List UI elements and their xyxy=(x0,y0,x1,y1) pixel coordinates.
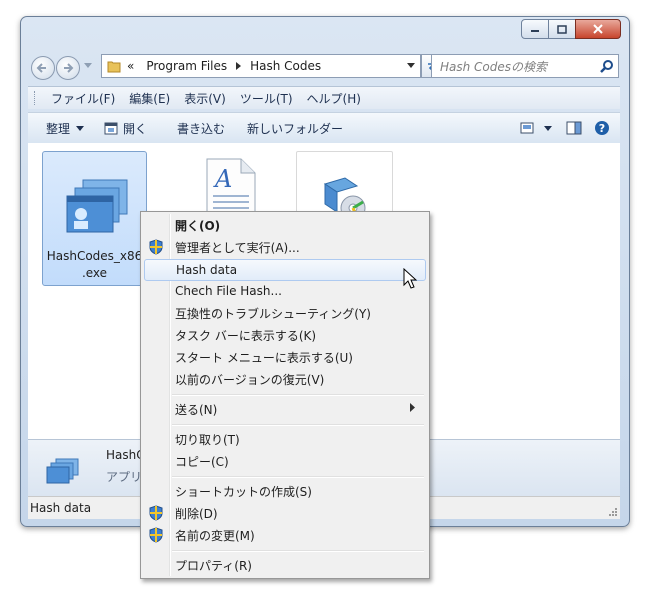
context-menu: 開く(O) 管理者として実行(A)... Hash data Chech Fil… xyxy=(140,211,430,579)
ctx-item-label: Hash data xyxy=(176,263,238,277)
view-options-button[interactable] xyxy=(514,122,558,134)
close-icon xyxy=(593,24,603,34)
file-name-line1: HashCodes_x86 xyxy=(46,249,143,263)
breadcrumb-program-files[interactable]: Program Files xyxy=(146,59,227,73)
recent-pages-dropdown-icon[interactable] xyxy=(84,63,92,69)
ctx-separator xyxy=(172,550,424,552)
open-label: 開く xyxy=(123,121,148,136)
forward-arrow-icon xyxy=(64,63,74,73)
help-icon: ? xyxy=(595,121,609,135)
command-bar: 整理 開く 書き込む 新しいフォルダー ? xyxy=(28,112,620,144)
ctx-item-send-to[interactable]: 送る(N) xyxy=(143,398,425,420)
svg-text:?: ? xyxy=(599,122,605,135)
open-app-icon xyxy=(104,122,118,134)
address-bar[interactable]: « Program Files Hash Codes xyxy=(101,54,421,78)
back-arrow-icon xyxy=(36,63,46,73)
search-input[interactable]: Hash Codesの検索 xyxy=(432,58,600,75)
ctx-separator xyxy=(172,476,424,478)
menu-edit[interactable]: 編集(E) xyxy=(122,90,177,107)
details-file-name: HashC xyxy=(106,448,145,462)
uac-shield-icon xyxy=(149,505,163,521)
view-dropdown-icon xyxy=(544,125,552,131)
ctx-item-copy[interactable]: コピー(C) xyxy=(143,450,425,472)
breadcrumb-separator-icon[interactable] xyxy=(236,62,242,70)
minimize-icon xyxy=(531,30,539,32)
minimize-button[interactable] xyxy=(521,19,549,39)
ctx-item-label: 送る(N) xyxy=(175,402,218,417)
ctx-item-label: ショートカットの作成(S) xyxy=(175,484,312,499)
preview-pane-button[interactable] xyxy=(558,121,590,135)
address-chevrons[interactable]: « xyxy=(127,59,134,73)
ctx-separator xyxy=(172,424,424,426)
submenu-arrow-icon xyxy=(410,403,415,412)
ctx-item-label: 切り取り(T) xyxy=(175,432,240,447)
ctx-item-label: タスク バーに表示する(K) xyxy=(175,328,317,343)
new-folder-button[interactable]: 新しいフォルダー xyxy=(235,120,353,137)
mouse-cursor-icon xyxy=(403,268,417,289)
file-name-line2: .exe xyxy=(81,266,108,280)
close-button[interactable] xyxy=(575,19,621,39)
menu-bar-grip xyxy=(34,91,36,105)
organize-dropdown-icon xyxy=(76,125,85,131)
ctx-item-label: スタート メニューに表示する(U) xyxy=(175,350,353,365)
ctx-item-label: プロパティ(R) xyxy=(175,558,252,573)
uac-shield-icon xyxy=(149,239,163,255)
ctx-item-restore-previous[interactable]: 以前のバージョンの復元(V) xyxy=(143,368,425,390)
ctx-item-check-file-hash[interactable]: Chech File Hash... xyxy=(143,280,425,302)
breadcrumb-hash-codes[interactable]: Hash Codes xyxy=(250,59,321,73)
ctx-item-label: 以前のバージョンの復元(V) xyxy=(175,372,325,387)
details-app-icon xyxy=(46,458,79,484)
ctx-item-label: 削除(D) xyxy=(175,506,218,521)
details-file-type: アプリ xyxy=(106,470,143,484)
ctx-item-label: 管理者として実行(A)... xyxy=(175,240,300,255)
view-icon xyxy=(520,122,534,134)
forward-button[interactable] xyxy=(56,56,80,80)
organize-button[interactable]: 整理 xyxy=(28,120,94,137)
app-window-icon xyxy=(66,179,128,233)
svg-text:A: A xyxy=(213,165,232,193)
ctx-item-label: 互換性のトラブルシューティング(Y) xyxy=(175,306,371,321)
ctx-item-run-as-admin[interactable]: 管理者として実行(A)... xyxy=(143,236,425,258)
ctx-item-label: 開く(O) xyxy=(175,218,221,233)
open-button[interactable]: 開く xyxy=(94,120,157,137)
ctx-item-label: 名前の変更(M) xyxy=(175,528,255,543)
ctx-item-rename[interactable]: 名前の変更(M) xyxy=(143,524,425,546)
search-icon[interactable] xyxy=(600,59,613,73)
ctx-item-delete[interactable]: 削除(D) xyxy=(143,502,425,524)
file-name: HashCodes_x86 .exe xyxy=(43,248,146,282)
menu-help[interactable]: ヘルプ(H) xyxy=(300,90,368,107)
ctx-item-label: コピー(C) xyxy=(175,454,229,469)
ctx-separator xyxy=(172,394,424,396)
navigation-bar: « Program Files Hash Codes Hash Codesの検索 xyxy=(29,54,621,80)
ctx-item-properties[interactable]: プロパティ(R) xyxy=(143,554,425,576)
preview-pane-icon xyxy=(566,121,582,135)
ctx-item-open[interactable]: 開く(O) xyxy=(143,214,425,236)
ctx-item-create-shortcut[interactable]: ショートカットの作成(S) xyxy=(143,480,425,502)
uac-shield-icon xyxy=(149,527,163,543)
search-box[interactable]: Hash Codesの検索 xyxy=(431,54,619,78)
file-item-hashcodes-exe[interactable]: HashCodes_x86 .exe xyxy=(42,151,147,286)
resize-grip-icon[interactable] xyxy=(608,507,618,517)
maximize-icon xyxy=(557,24,567,34)
menu-tools[interactable]: ツール(T) xyxy=(233,90,300,107)
ctx-item-hash-data[interactable]: Hash data xyxy=(144,259,426,281)
ctx-item-label: Chech File Hash... xyxy=(175,284,282,298)
folder-icon xyxy=(107,61,121,73)
address-dropdown-icon[interactable] xyxy=(407,63,415,68)
menu-file[interactable]: ファイル(F) xyxy=(44,90,122,107)
caption-buttons xyxy=(521,19,621,39)
back-button[interactable] xyxy=(31,56,55,80)
organize-label: 整理 xyxy=(46,121,71,136)
maximize-button[interactable] xyxy=(548,19,576,39)
ctx-item-cut[interactable]: 切り取り(T) xyxy=(143,428,425,450)
burn-button[interactable]: 書き込む xyxy=(157,120,235,137)
ctx-item-troubleshoot-compat[interactable]: 互換性のトラブルシューティング(Y) xyxy=(143,302,425,324)
ctx-item-pin-taskbar[interactable]: タスク バーに表示する(K) xyxy=(143,324,425,346)
status-text: Hash data xyxy=(30,501,92,515)
ctx-item-pin-start-menu[interactable]: スタート メニューに表示する(U) xyxy=(143,346,425,368)
help-button[interactable]: ? xyxy=(590,120,620,136)
menu-view[interactable]: 表示(V) xyxy=(177,90,233,107)
menu-bar: ファイル(F) 編集(E) 表示(V) ツール(T) ヘルプ(H) xyxy=(28,86,620,109)
